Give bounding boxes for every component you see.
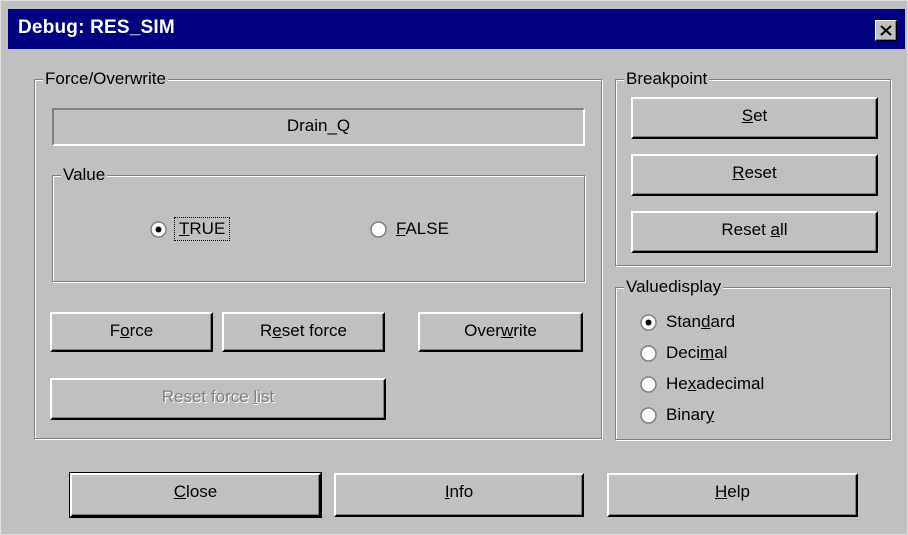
radio-selected-icon — [640, 313, 657, 331]
radio-unselected-icon — [640, 406, 657, 424]
radio-unselected-icon — [640, 375, 657, 393]
debug-dialog: Debug: RES_SIM Force/Overwrite Drain_Q V… — [0, 0, 908, 535]
radio-true-label: TRUE — [173, 217, 231, 241]
radio-false[interactable]: FALSE — [370, 217, 449, 241]
title-bar[interactable]: Debug: RES_SIM — [8, 9, 905, 49]
breakpoint-group: Breakpoint Set Reset Reset all — [615, 69, 891, 266]
value-legend: Value — [61, 165, 108, 185]
force-button[interactable]: Force — [50, 312, 213, 352]
reset-all-breakpoints-button[interactable]: Reset all — [631, 211, 878, 253]
variable-name: Drain_Q — [286, 116, 351, 135]
radio-unselected-icon — [370, 220, 387, 238]
valuedisplay-legend: Valuedisplay — [624, 277, 724, 297]
radio-unselected-icon — [640, 344, 657, 362]
radio-decimal-label: Decimal — [666, 343, 728, 362]
radio-selected-icon — [150, 220, 167, 238]
value-group: Value TRUE FALSE — [52, 165, 585, 282]
radio-hexadecimal-label: Hexadecimal — [666, 374, 765, 393]
close-icon — [880, 25, 892, 36]
radio-standard-label: Standard — [666, 312, 736, 331]
reset-breakpoint-button[interactable]: Reset — [631, 154, 878, 196]
radio-true[interactable]: TRUE — [150, 217, 231, 241]
valuedisplay-group: Valuedisplay Standard Decimal Hexadecima… — [615, 277, 891, 440]
radio-decimal[interactable]: Decimal — [640, 341, 727, 365]
breakpoint-legend: Breakpoint — [624, 69, 710, 89]
radio-hexadecimal[interactable]: Hexadecimal — [640, 372, 764, 396]
radio-binary-label: Binary — [666, 405, 715, 424]
overwrite-button[interactable]: Overwrite — [418, 312, 583, 352]
info-button[interactable]: Info — [334, 473, 584, 517]
radio-standard[interactable]: Standard — [640, 310, 735, 334]
radio-binary[interactable]: Binary — [640, 403, 714, 427]
variable-name-display: Drain_Q — [52, 108, 585, 146]
reset-force-button[interactable]: Reset force — [222, 312, 385, 352]
close-button[interactable]: Close — [69, 472, 322, 518]
radio-false-label: FALSE — [396, 219, 449, 238]
set-breakpoint-button[interactable]: Set — [631, 97, 878, 139]
force-overwrite-legend: Force/Overwrite — [43, 69, 168, 89]
help-button[interactable]: Help — [607, 473, 858, 517]
window-title: Debug: RES_SIM — [18, 17, 175, 38]
reset-force-list-button[interactable]: Reset force list — [50, 378, 386, 420]
close-window-button[interactable] — [875, 20, 897, 41]
force-overwrite-group: Force/Overwrite Drain_Q Value TRUE FALSE — [34, 69, 602, 439]
